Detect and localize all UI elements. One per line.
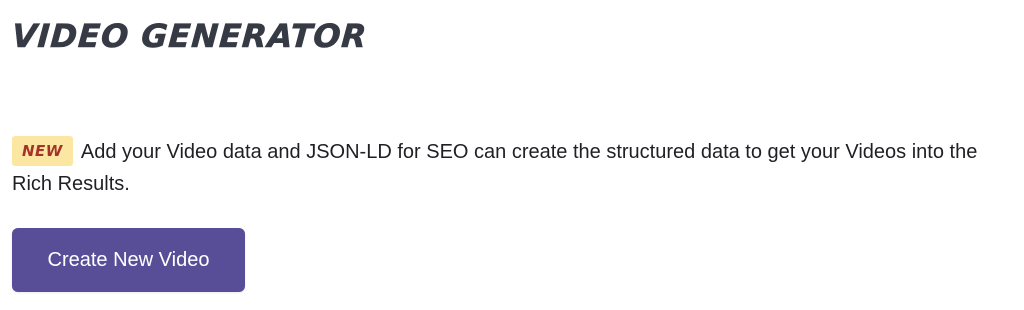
create-new-video-button[interactable]: Create New Video bbox=[12, 228, 245, 292]
intro-description: Add your Video data and JSON-LD for SEO … bbox=[12, 141, 978, 195]
page-title: VIDEO GENERATOR bbox=[10, 17, 369, 56]
new-badge: NEW bbox=[12, 136, 73, 166]
intro-text-block: NEW Add your Video data and JSON-LD for S… bbox=[12, 136, 1002, 200]
